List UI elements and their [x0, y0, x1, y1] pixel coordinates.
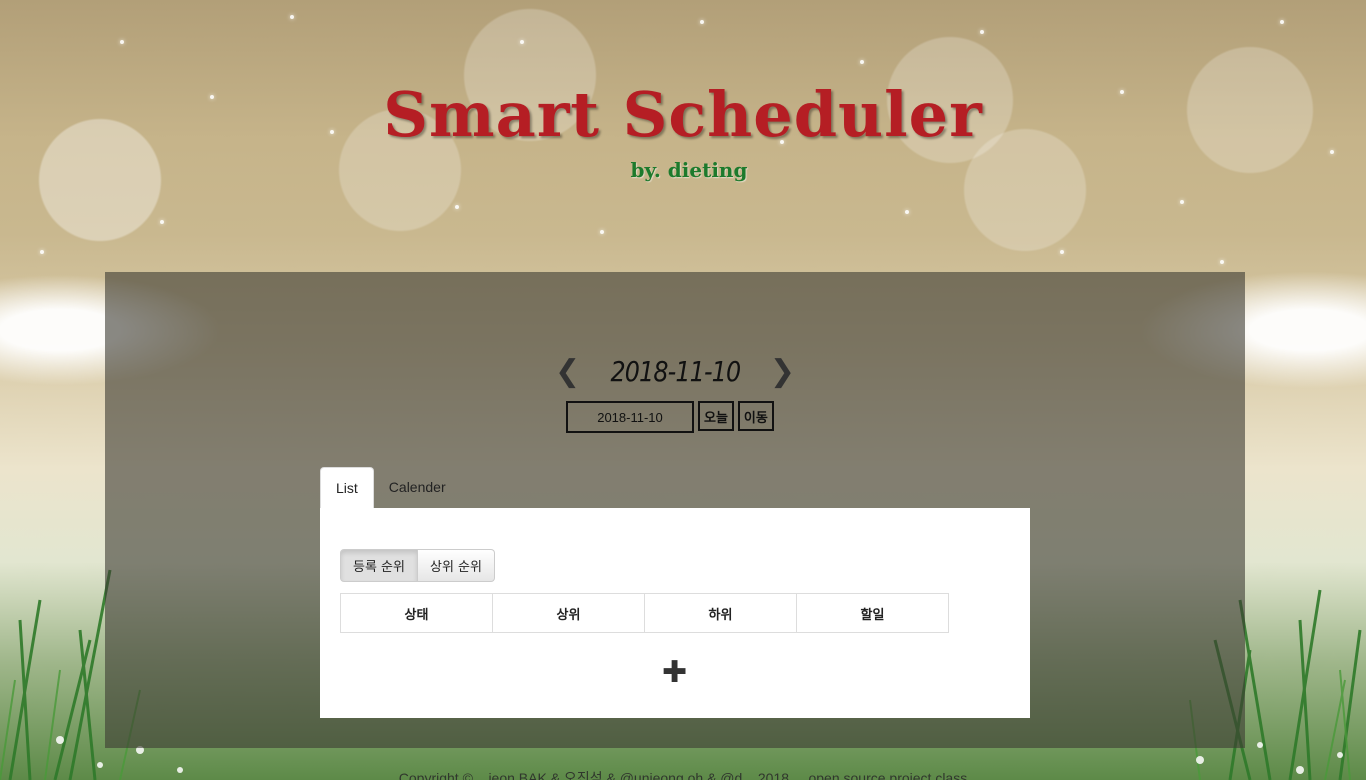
page-header: Smart Scheduler by. dieting [0, 78, 1366, 183]
app-subtitle: by. dieting [630, 158, 748, 182]
date-navigator: ❮ 2018-11-10 ❯ [105, 354, 1245, 389]
chevron-left-icon[interactable]: ❮ [555, 354, 580, 389]
view-tabs: List Calender [320, 467, 461, 509]
sort-by-registration-button[interactable]: 등록 순위 [340, 549, 418, 582]
sort-button-group: 등록 순위 상위 순위 [340, 549, 495, 582]
current-date: 2018-11-10 [610, 355, 741, 388]
tab-list[interactable]: List [320, 467, 374, 509]
column-header-child: 하위 [644, 593, 797, 633]
tab-calender[interactable]: Calender [374, 467, 461, 507]
list-tab-content: 등록 순위 상위 순위 상태 상위 하위 할일 ✚ [320, 508, 1030, 718]
chevron-right-icon[interactable]: ❯ [770, 354, 795, 389]
go-button[interactable]: 이동 [737, 401, 774, 431]
footer: Copyright © ...jeon BAK & 오진석 & @unjeong… [398, 770, 968, 780]
column-header-parent: 상위 [492, 593, 645, 633]
today-button[interactable]: 오늘 [698, 401, 734, 431]
schedule-table: 상태 상위 하위 할일 [340, 593, 949, 633]
date-controls: 오늘 이동 [566, 401, 774, 433]
app-title: Smart Scheduler [383, 78, 983, 151]
main-panel: ❮ 2018-11-10 ❯ 오늘 이동 List Calender 등록 순위… [105, 272, 1245, 748]
sort-by-parent-button[interactable]: 상위 순위 [417, 549, 495, 582]
column-header-status: 상태 [340, 593, 493, 633]
column-header-todo: 할일 [796, 593, 949, 633]
plus-icon[interactable]: ✚ [662, 658, 687, 688]
table-header-row: 상태 상위 하위 할일 [340, 593, 949, 633]
date-input[interactable] [566, 401, 694, 433]
